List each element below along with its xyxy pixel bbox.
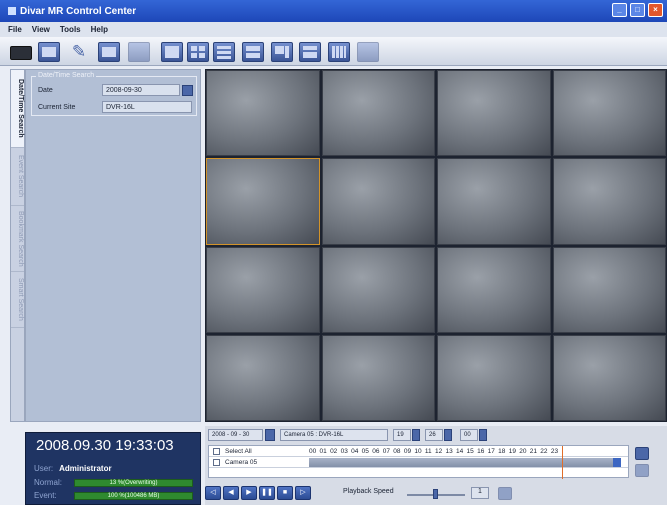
menu-help[interactable]: Help [91, 25, 108, 37]
camera-cell[interactable] [206, 246, 320, 333]
tab-date-time-search[interactable]: Date/Time Search [11, 70, 24, 148]
camera-cell[interactable] [321, 158, 435, 245]
step-back-button[interactable]: ◀ [223, 486, 239, 500]
second-field[interactable]: 00 [460, 429, 478, 441]
camera-row-label: Camera 05 [225, 459, 258, 466]
calendar-icon[interactable] [182, 85, 193, 96]
camera-cell[interactable] [437, 246, 551, 333]
camera-cell[interactable] [437, 158, 551, 245]
event-storage-bar: 100 %(100486 MB) [74, 492, 193, 500]
normal-storage-bar: 13 %(Overwriting) [74, 479, 193, 487]
close-button[interactable]: × [648, 3, 663, 17]
camera-grid [205, 69, 667, 422]
camera-cell[interactable] [321, 246, 435, 333]
camera-cell[interactable] [437, 70, 551, 157]
recording-track[interactable] [309, 446, 621, 479]
play-button[interactable]: ▶ [241, 486, 257, 500]
current-datetime: 2008.09.30 19:33:03 [36, 437, 174, 454]
layout-6-icon[interactable] [242, 42, 264, 62]
menu-file[interactable]: File [8, 25, 22, 37]
export-icon[interactable] [498, 487, 512, 500]
hour-field[interactable]: 19 [393, 429, 411, 441]
minimize-button[interactable]: _ [612, 3, 627, 17]
date-time-search-group: Date/Time Search Date 2008-09-30 Current… [31, 72, 197, 116]
window-title: Divar MR Control Center [20, 6, 137, 17]
select-all-row: Select All 00 01 02 03 04 05 06 07 08 09… [209, 446, 628, 457]
playback-date-field[interactable]: 2008 - 09 - 30 [208, 429, 263, 441]
menu-tools[interactable]: Tools [60, 25, 81, 37]
group-legend: Date/Time Search [36, 72, 97, 79]
camera-icon[interactable] [10, 46, 32, 60]
speed-value: 1 [471, 487, 489, 499]
camera-cell[interactable] [552, 70, 666, 157]
user-label: User: [34, 464, 54, 473]
search-tabs: Date/Time Search Event Search Bookmark S… [10, 69, 25, 422]
step-forward-button[interactable]: ▷ [295, 486, 311, 500]
camera-cell-selected[interactable] [206, 158, 320, 245]
layout-4-icon[interactable] [187, 42, 209, 62]
user-row: User: Administrator [34, 464, 112, 473]
menu-bar: File View Tools Help [0, 22, 667, 37]
second-spinner[interactable] [479, 429, 487, 441]
stop-button[interactable]: ■ [277, 486, 293, 500]
tab-bookmark-search[interactable]: Bookmark Search [11, 206, 24, 272]
camera-cell[interactable] [437, 334, 551, 421]
camera-cell[interactable] [552, 246, 666, 333]
minute-field[interactable]: 26 [425, 429, 443, 441]
zoom-out-icon[interactable] [635, 464, 649, 477]
layout-8-icon[interactable] [271, 42, 293, 62]
camera-cell[interactable] [552, 334, 666, 421]
hour-scale: 00 01 02 03 04 05 06 07 08 09 10 11 12 1… [309, 448, 559, 455]
timeline: Select All 00 01 02 03 04 05 06 07 08 09… [208, 445, 629, 479]
playback-panel: 2008 - 09 - 30 Camera 05 : DVR-16L 19 26… [205, 426, 667, 505]
search-panel: Date/Time Search Date 2008-09-30 Current… [25, 69, 201, 422]
tab-smart-search[interactable]: Smart Search [11, 272, 24, 328]
film-icon[interactable] [38, 42, 60, 62]
camera-cell[interactable] [206, 334, 320, 421]
playhead[interactable] [562, 446, 563, 479]
hour-spinner[interactable] [412, 429, 420, 441]
maximize-button[interactable]: □ [630, 3, 645, 17]
camera-cell[interactable] [206, 70, 320, 157]
playback-controls: ◁ ◀ ▶ ❚❚ ■ ▷ [205, 486, 311, 500]
tab-event-search[interactable]: Event Search [11, 148, 24, 206]
playback-speed-label: Playback Speed [343, 488, 394, 495]
layout-disabled-icon [128, 42, 150, 62]
layout-13-icon[interactable] [299, 42, 321, 62]
status-panel: 2008.09.30 19:33:03 User: Administrator N… [25, 432, 201, 505]
camera-checkbox[interactable] [213, 459, 220, 466]
camera-cell[interactable] [552, 158, 666, 245]
toolbar: ✎ [0, 37, 667, 66]
minute-spinner[interactable] [444, 429, 452, 441]
layout-1-icon[interactable] [161, 42, 183, 62]
date-label: Date [38, 87, 53, 94]
current-site-label: Current Site [38, 104, 76, 111]
layout-9-icon[interactable] [213, 42, 235, 62]
camera-select[interactable]: Camera 05 : DVR-16L [280, 429, 388, 441]
title-bar: Divar MR Control Center _ □ × [0, 0, 667, 22]
date-field[interactable]: 2008-09-30 [102, 84, 180, 96]
pause-button[interactable]: ❚❚ [259, 486, 275, 500]
select-all-checkbox[interactable] [213, 448, 220, 455]
speed-slider-thumb[interactable] [433, 489, 438, 499]
date-picker-button[interactable] [265, 429, 275, 441]
camera-cell[interactable] [321, 334, 435, 421]
current-site-field[interactable]: DVR-16L [102, 101, 192, 113]
app-icon [8, 7, 16, 15]
rewind-button[interactable]: ◁ [205, 486, 221, 500]
recorded-segment [613, 458, 621, 467]
camera-cell[interactable] [321, 70, 435, 157]
select-all-label: Select All [225, 448, 252, 455]
normal-label: Normal: [34, 478, 63, 487]
sequence-disabled-icon [357, 42, 379, 62]
event-label: Event: [34, 491, 57, 500]
user-value: Administrator [59, 464, 112, 473]
playback-grid-icon[interactable] [98, 42, 120, 62]
wrench-icon[interactable]: ✎ [68, 42, 90, 62]
layout-16-icon[interactable] [328, 42, 350, 62]
zoom-in-icon[interactable] [635, 447, 649, 460]
menu-view[interactable]: View [32, 25, 50, 37]
